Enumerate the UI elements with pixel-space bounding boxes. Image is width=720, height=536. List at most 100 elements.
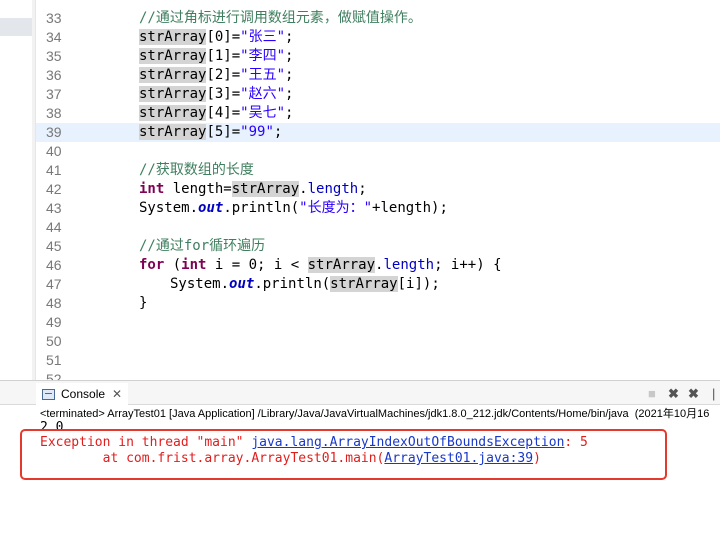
- code-text: //通过for循环遍历: [139, 237, 265, 256]
- code-token: [5]=: [206, 124, 241, 140]
- line-number: 34: [46, 29, 62, 45]
- line-number: 45: [46, 238, 62, 254]
- code-line[interactable]: 52: [36, 370, 720, 380]
- line-number: 33: [46, 10, 62, 26]
- remove-launch-icon[interactable]: ✖: [668, 386, 679, 402]
- console-tab-label: Console: [61, 387, 106, 401]
- code-line[interactable]: 46 for (int i = 0; i < strArray.length; i…: [36, 256, 720, 275]
- line-number: 47: [46, 276, 62, 292]
- code-token: strArray: [139, 67, 207, 83]
- remove-all-launches-icon[interactable]: ✖: [688, 386, 699, 402]
- code-text: strArray[3]="赵六";: [139, 85, 293, 104]
- code-text: System.out.println(strArray[i]);: [170, 275, 440, 294]
- code-token: ;: [285, 105, 294, 121]
- code-token: }: [139, 295, 148, 311]
- code-token: [0]=: [206, 29, 241, 45]
- code-token: i = 0; i <: [206, 257, 308, 273]
- code-token: ; i++) {: [434, 257, 502, 273]
- code-line[interactable]: 47 System.out.println(strArray[i]);: [36, 275, 720, 294]
- code-token: [2]=: [206, 67, 241, 83]
- code-line[interactable]: 33 //通过角标进行调用数组元素，做赋值操作。: [36, 9, 720, 28]
- code-token: ;: [358, 181, 367, 197]
- code-line[interactable]: 49: [36, 313, 720, 332]
- console-icon: [42, 388, 55, 400]
- line-number: 36: [46, 67, 62, 83]
- code-token: out: [198, 200, 224, 216]
- code-line[interactable]: 41 //获取数组的长度: [36, 161, 720, 180]
- close-icon[interactable]: ✕: [112, 387, 122, 401]
- line-number: 50: [46, 333, 62, 349]
- code-token: [3]=: [206, 86, 241, 102]
- code-token: //通过for循环遍历: [139, 238, 266, 254]
- code-text: int length=strArray.length;: [139, 180, 367, 199]
- console-tab-bar: Console ✕ ■ ✖ ✖ |: [0, 381, 720, 405]
- code-token: strArray: [139, 48, 207, 64]
- code-token: ;: [285, 86, 294, 102]
- code-line[interactable]: 44: [36, 218, 720, 237]
- code-line[interactable]: 51: [36, 351, 720, 370]
- code-token: "长度为：": [299, 200, 373, 216]
- code-token: length=: [164, 181, 232, 197]
- code-line[interactable]: 37 strArray[3]="赵六";: [36, 85, 720, 104]
- code-line[interactable]: 36 strArray[2]="王五";: [36, 66, 720, 85]
- code-token: .println(: [254, 276, 331, 292]
- code-token: .println(: [223, 200, 300, 216]
- code-token: //通过角标进行调用数组元素，做赋值操作。: [139, 10, 422, 26]
- code-token: ;: [285, 48, 294, 64]
- line-number: 44: [46, 219, 62, 235]
- code-token: [i]);: [397, 276, 440, 292]
- code-line[interactable]: 39 strArray[5]="99";: [36, 123, 720, 142]
- code-text: strArray[2]="王五";: [139, 66, 293, 85]
- code-token: [1]=: [206, 48, 241, 64]
- code-line[interactable]: 38 strArray[4]="吴七";: [36, 104, 720, 123]
- code-text: strArray[4]="吴七";: [139, 104, 293, 123]
- tab-console[interactable]: Console ✕: [36, 383, 129, 405]
- code-line[interactable]: 43 System.out.println("长度为："+length);: [36, 199, 720, 218]
- code-token: "赵六": [240, 86, 286, 102]
- toolbar-overflow-icon[interactable]: |: [712, 386, 715, 401]
- code-token: for: [139, 257, 165, 273]
- line-number: 35: [46, 48, 62, 64]
- code-token: System.: [170, 276, 230, 292]
- code-line[interactable]: 50: [36, 332, 720, 351]
- code-token: int: [181, 257, 207, 273]
- code-text: //获取数组的长度: [139, 161, 254, 180]
- code-token: strArray: [139, 105, 207, 121]
- code-token: strArray: [139, 29, 207, 45]
- console-output-line: 2.0: [40, 421, 64, 429]
- code-line[interactable]: 42 int length=strArray.length;: [36, 180, 720, 199]
- code-line[interactable]: 40: [36, 142, 720, 161]
- code-token: .: [299, 181, 308, 197]
- code-text: strArray[1]="李四";: [139, 47, 293, 66]
- line-number: 40: [46, 143, 62, 159]
- code-token: (: [164, 257, 182, 273]
- code-token: strArray: [139, 124, 207, 140]
- code-line[interactable]: 35 strArray[1]="李四";: [36, 47, 720, 66]
- code-text: strArray[5]="99";: [139, 123, 282, 142]
- line-number: 38: [46, 105, 62, 121]
- code-text: }: [139, 294, 147, 313]
- code-token: "张三": [240, 29, 286, 45]
- code-text: for (int i = 0; i < strArray.length; i++…: [139, 256, 502, 275]
- code-text: System.out.println("长度为："+length);: [139, 199, 448, 218]
- line-number: 37: [46, 86, 62, 102]
- line-number: 41: [46, 162, 62, 178]
- code-token: "吴七": [240, 105, 286, 121]
- code-token: ;: [285, 29, 294, 45]
- line-number: 48: [46, 295, 62, 311]
- code-line[interactable]: 34 strArray[0]="张三";: [36, 28, 720, 47]
- code-token: ;: [273, 124, 283, 140]
- code-line[interactable]: 45 //通过for循环遍历: [36, 237, 720, 256]
- line-number: 42: [46, 181, 62, 197]
- stop-icon[interactable]: ■: [648, 386, 656, 401]
- code-text: //通过角标进行调用数组元素，做赋值操作。: [139, 9, 422, 28]
- code-line[interactable]: 48}: [36, 294, 720, 313]
- line-number: 39: [46, 124, 62, 140]
- code-token: "王五": [240, 67, 286, 83]
- code-token: strArray: [307, 257, 376, 273]
- code-token: length: [307, 181, 359, 197]
- code-token: //获取数组的长度: [139, 162, 254, 178]
- terminated-label: <terminated> ArrayTest01 [Java Applicati…: [40, 408, 710, 420]
- code-token: strArray: [231, 181, 300, 197]
- code-editor[interactable]: 33//通过角标进行调用数组元素，做赋值操作。 34 strArray[0]="张三…: [36, 0, 720, 380]
